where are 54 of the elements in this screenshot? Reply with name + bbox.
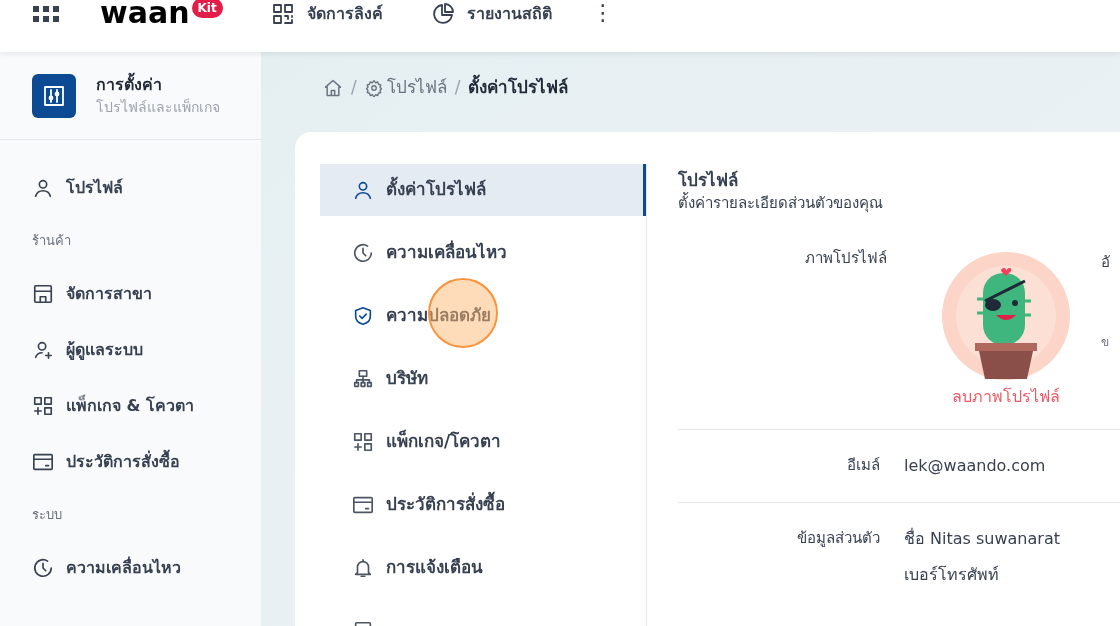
- settings-menu-item[interactable]: แพ็กเกจ/โควตา: [320, 416, 646, 468]
- settings-menu-item[interactable]: ตั้งค่าโปรไฟล์: [320, 164, 646, 216]
- sliders-icon: [42, 83, 66, 108]
- settings-menu-item[interactable]: การแจ้งเตือน: [320, 542, 646, 594]
- shield-icon: [352, 305, 374, 327]
- field-label: อีเมล์: [846, 454, 880, 476]
- field-value: lek@waando.com: [904, 454, 1046, 477]
- logo-text: waan: [100, 0, 190, 30]
- sidebar-title: การตั้งค่า: [96, 73, 220, 97]
- settings-menu-item[interactable]: ประวัติการสั่งซื้อ: [320, 479, 646, 531]
- settings-menu-item[interactable]: บริษัท: [320, 353, 646, 405]
- upload-hint: ข: [1101, 334, 1110, 351]
- upload-label: อั: [1101, 251, 1110, 273]
- card-icon: [352, 494, 374, 516]
- gear-icon: [364, 79, 383, 97]
- clock-icon: [32, 557, 54, 579]
- section-subtitle: ตั้งค่ารายละเอียดส่วนตัวของคุณ: [678, 192, 884, 215]
- home-icon[interactable]: [323, 78, 343, 98]
- sidebar-item[interactable]: โปรไฟล์: [32, 160, 229, 216]
- qr-code-icon: [270, 2, 295, 26]
- user-icon: [352, 179, 374, 201]
- pie-chart-icon: [430, 2, 455, 26]
- section-label: ร้านค้า: [32, 232, 72, 251]
- section-title: โปรไฟล์: [678, 169, 739, 192]
- user-plus-icon: [32, 339, 54, 361]
- field-label: ภาพโปรไฟล์: [804, 247, 887, 269]
- section-label: ระบบ: [32, 506, 63, 525]
- settings-menu-item[interactable]: ความเคลื่อนไหว: [320, 227, 646, 279]
- breadcrumb-item: ตั้งค่าโปรไฟล์: [468, 75, 569, 101]
- field-value: ชื่อ Nitas suwanarat: [904, 527, 1060, 550]
- more-button[interactable]: ⋮: [591, 2, 614, 24]
- sidebar-subtitle: โปรไฟล์และแพ็กเกจ: [96, 97, 220, 117]
- sidebar-item[interactable]: จัดการสาขา: [32, 266, 229, 322]
- user-icon: [32, 177, 54, 199]
- sidebar-item[interactable]: ประวัติการสั่งซื้อ: [32, 434, 229, 490]
- sidebar-item[interactable]: ผู้ดูแลระบบ: [32, 322, 229, 378]
- breadcrumb-separator: /: [351, 76, 357, 100]
- sidebar-item[interactable]: แพ็กเกจ & โควตา: [32, 378, 229, 434]
- clock-icon: [352, 242, 374, 264]
- breadcrumb-separator: /: [454, 76, 461, 100]
- field-label: ข้อมูลส่วนตัว: [796, 527, 880, 549]
- store-icon: [32, 283, 54, 305]
- breadcrumb-link[interactable]: โปรไฟล์: [364, 75, 447, 101]
- grid-plus-icon: [32, 395, 54, 417]
- sidebar-item[interactable]: ความเคลื่อนไหว: [32, 540, 229, 596]
- card-icon: [32, 451, 54, 473]
- nav-link[interactable]: จัดการลิงค์: [270, 2, 383, 26]
- grid-plus-icon: [352, 431, 374, 453]
- field-value: เบอร์โทรศัพท์: [904, 563, 1000, 586]
- nav-link[interactable]: รายงานสถิติ: [430, 2, 552, 26]
- bell-icon: [352, 557, 374, 579]
- apps-grid-icon[interactable]: [32, 4, 60, 24]
- logo-badge: Kit: [191, 0, 223, 18]
- hierarchy-icon: [352, 368, 374, 390]
